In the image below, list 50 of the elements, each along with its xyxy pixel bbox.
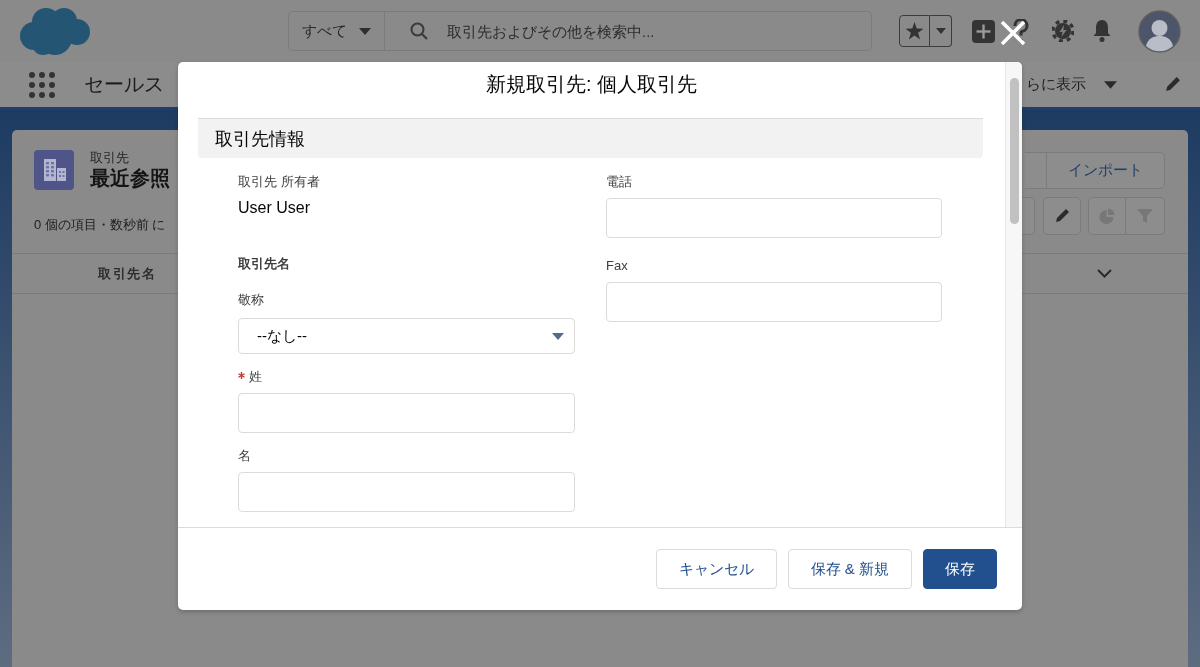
object-label: 取引先 <box>90 150 130 166</box>
cloud-logo[interactable] <box>17 6 91 56</box>
section-header: 取引先情報 <box>198 118 983 158</box>
field-label: 敬称 <box>238 291 265 309</box>
caret-icon <box>935 28 946 34</box>
search-scope-dropdown[interactable]: すべて <box>288 11 385 51</box>
text-input[interactable] <box>238 472 575 512</box>
save-button[interactable]: 保存 <box>923 549 997 589</box>
modal-title: 新規取引先: 個人取引先 <box>484 72 699 97</box>
caret-icon <box>552 332 564 340</box>
footer-button[interactable]: 保存 & 新規 <box>787 549 912 589</box>
group-label: 取引先名 <box>238 255 291 273</box>
help-icon[interactable] <box>1012 19 1030 43</box>
search-icon <box>410 22 428 40</box>
field-label: 姓 <box>249 368 262 386</box>
field-label: 電話 <box>606 173 632 191</box>
import-button[interactable]: インポート <box>1046 152 1165 189</box>
list-status: 0 個の項目・数秒前 に <box>34 216 167 234</box>
favorite-button[interactable] <box>899 15 930 47</box>
search-field[interactable]: 取引先およびその他を検索中... <box>385 11 872 51</box>
field-label: 取引先 所有者 <box>238 173 321 191</box>
chevron-down-icon[interactable] <box>1097 269 1112 278</box>
star-icon <box>905 22 924 40</box>
text-input[interactable] <box>238 393 575 433</box>
grid-icon[interactable] <box>29 71 55 98</box>
footer-button[interactable]: キャンセル <box>655 549 777 589</box>
scrollbar-track[interactable] <box>1005 62 1022 527</box>
bell-icon[interactable] <box>1092 19 1112 43</box>
field-label: 名 <box>238 447 251 465</box>
text-input[interactable] <box>606 282 942 322</box>
settings-icon[interactable] <box>1052 20 1074 42</box>
app-name: セールス <box>84 72 164 97</box>
building-icon <box>34 150 74 190</box>
favorites-menu-button[interactable] <box>930 15 952 47</box>
select-field[interactable]: --なし-- <box>238 318 575 354</box>
scrollbar-thumb[interactable] <box>1009 78 1019 224</box>
caret-icon <box>359 27 371 35</box>
plus-icon[interactable] <box>972 19 995 43</box>
field-value: User User <box>238 198 311 218</box>
caret-icon <box>1104 80 1117 89</box>
column-header[interactable]: 取引先名 <box>98 264 156 283</box>
text-input[interactable] <box>606 198 942 238</box>
pencil-icon <box>1054 208 1070 224</box>
avatar-icon[interactable] <box>1138 9 1181 53</box>
list-title[interactable]: 最近参照 <box>90 166 170 190</box>
more-dropdown[interactable]: らに表示 <box>1026 75 1117 94</box>
close-icon[interactable] <box>1000 20 1026 46</box>
edit-button[interactable] <box>1043 197 1081 235</box>
field-label: Fax <box>606 257 628 275</box>
pencil-icon[interactable] <box>1164 76 1181 93</box>
